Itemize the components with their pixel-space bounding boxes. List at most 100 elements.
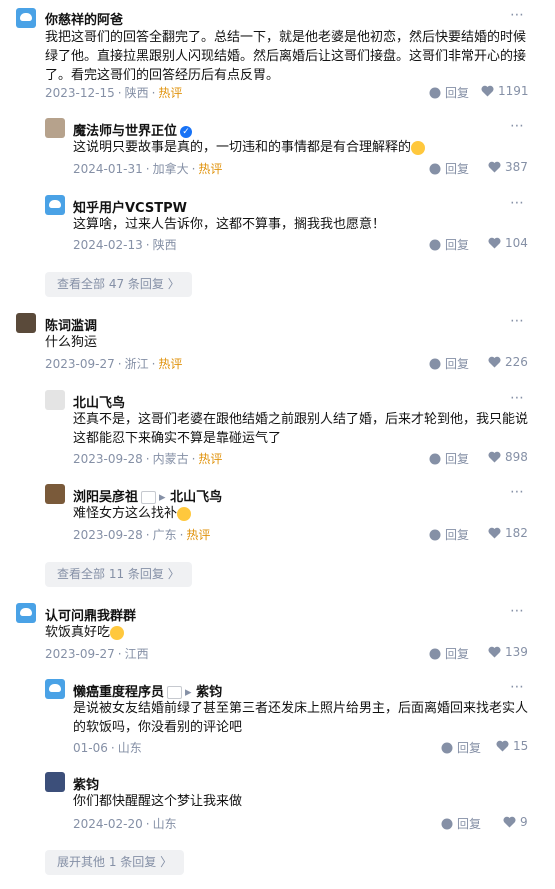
- comment-meta: 2023-09-27 · 浙江 · 热评: [45, 357, 183, 371]
- avatar[interactable]: [45, 772, 65, 792]
- reply-button[interactable]: 回复: [429, 84, 469, 101]
- like-count: 1191: [498, 84, 529, 98]
- reply-meta: 2023-09-28 · 广东 · 热评: [73, 528, 211, 542]
- like-count: 387: [505, 160, 528, 174]
- reply-meta: 2024-02-13 · 陕西: [73, 238, 177, 252]
- comment-text: 软饭真好吃: [45, 623, 529, 642]
- reply-author[interactable]: 懒癌重度程序员 ▸ 紫钧: [73, 681, 222, 700]
- reply-icon: [429, 87, 441, 98]
- reply-meta: 2023-09-28 · 内蒙古 · 热评: [73, 452, 223, 466]
- reply-icon: [441, 742, 453, 753]
- like-button[interactable]: 9: [503, 815, 528, 829]
- reply-button[interactable]: 回复: [429, 645, 469, 662]
- more-options-icon[interactable]: ⋯: [510, 118, 525, 134]
- reply-text: 这算啥，过来人告诉你，这都不算事，搁我我也愿意！: [73, 217, 386, 232]
- reply-to-user[interactable]: 北山飞鸟: [170, 490, 222, 505]
- reply-text: 难怪女方这么找补: [73, 504, 533, 523]
- expand-replies-button[interactable]: 展开其他 1 条回复 〉: [45, 850, 185, 875]
- reply-text: 是说被女友结婚前绿了甚至第三者还发床上照片给男主，后面离婚回来找老实人的软饭吗，…: [73, 701, 529, 735]
- creator-badge-icon: [167, 686, 183, 699]
- drool-emoji-icon: [110, 625, 125, 640]
- avatar[interactable]: [16, 603, 36, 623]
- reply-button[interactable]: 回复: [441, 815, 481, 832]
- reply-arrow-icon: ▸: [185, 685, 192, 700]
- comment-text: 我把这哥们的回答全翻完了。总结一下，就是他老婆是他初恋，然后快要结婚的时候绿了他…: [45, 30, 527, 83]
- reply-to-user[interactable]: 紫钧: [196, 685, 222, 700]
- reply-icon: [429, 529, 441, 540]
- reply-text: 这说明只要故事是真的，一切违和的事情都是有合理解释的: [73, 138, 533, 157]
- like-button[interactable]: 104: [488, 236, 528, 250]
- reply-button[interactable]: 回复: [429, 450, 469, 467]
- heart-icon: [488, 451, 501, 463]
- comment-location: 陕西: [124, 86, 149, 100]
- reply-meta: 2024-01-31 · 加拿大 · 热评: [73, 162, 223, 176]
- heart-icon: [496, 740, 509, 752]
- reply-date: 2024-01-31: [73, 162, 143, 176]
- like-button[interactable]: 139: [488, 645, 528, 659]
- comment-date: 2023-12-15: [45, 86, 115, 100]
- comment-text: 什么狗运: [45, 335, 98, 350]
- reply-arrow-icon: ▸: [159, 490, 166, 505]
- reply-button[interactable]: 回复: [441, 739, 481, 756]
- hot-badge: 热评: [198, 162, 223, 176]
- more-options-icon[interactable]: ⋯: [510, 7, 525, 23]
- reply-button[interactable]: 回复: [429, 355, 469, 372]
- avatar[interactable]: [45, 118, 65, 138]
- reply-icon: [429, 453, 441, 464]
- verified-icon: ✓: [180, 125, 193, 138]
- hot-badge: 热评: [158, 86, 183, 100]
- view-all-replies-button[interactable]: 查看全部 11 条回复 〉: [45, 562, 192, 587]
- reply-meta: 01-06 · 山东: [73, 741, 142, 755]
- like-button[interactable]: 15: [496, 739, 528, 753]
- reply-author[interactable]: 北山飞鸟: [73, 392, 125, 411]
- heart-icon: [481, 85, 494, 97]
- reply-button[interactable]: 回复: [429, 160, 469, 177]
- reply-icon: [441, 818, 453, 829]
- more-options-icon[interactable]: ⋯: [510, 390, 525, 406]
- comment-author[interactable]: 陈词滥调: [45, 315, 97, 334]
- reply-label: 回复: [445, 86, 470, 100]
- reply-author[interactable]: 知乎用户VCSTPW: [73, 197, 187, 216]
- like-button[interactable]: 898: [488, 450, 528, 464]
- like-button[interactable]: 226: [488, 355, 528, 369]
- cover-face-emoji-icon: [177, 506, 192, 521]
- heart-icon: [488, 527, 501, 539]
- more-options-icon[interactable]: ⋯: [510, 313, 525, 329]
- reply-icon: [429, 163, 441, 174]
- reply-icon: [429, 358, 441, 369]
- reply-author[interactable]: 浏阳吴彦祖 ▸ 北山飞鸟: [73, 486, 222, 505]
- heart-icon: [503, 816, 516, 828]
- reply-icon: [429, 648, 441, 659]
- reply-text: 还真不是，这哥们老婆在跟他结婚之前跟别人结了婚，后来才轮到他，我只能说这都能忍下…: [73, 412, 529, 446]
- avatar[interactable]: [45, 484, 65, 504]
- comment-meta: 2023-09-27 · 江西: [45, 647, 149, 661]
- avatar[interactable]: [16, 8, 36, 28]
- view-all-replies-button[interactable]: 查看全部 47 条回复 〉: [45, 272, 192, 297]
- reply-meta: 2024-02-20 · 山东: [73, 817, 177, 831]
- laugh-emoji-icon: [411, 140, 426, 155]
- reply-text: 你们都快醒醒这个梦让我来做: [73, 794, 243, 809]
- avatar[interactable]: [45, 679, 65, 699]
- avatar[interactable]: [16, 313, 36, 333]
- more-options-icon[interactable]: ⋯: [510, 484, 525, 500]
- reply-icon: [429, 239, 441, 250]
- more-options-icon[interactable]: ⋯: [510, 195, 525, 211]
- heart-icon: [488, 356, 501, 368]
- avatar[interactable]: [45, 195, 65, 215]
- comment-meta: 2023-12-15 · 陕西 · 热评: [45, 86, 183, 100]
- like-button[interactable]: 387: [488, 160, 528, 174]
- reply-author[interactable]: 魔法师与世界正位 ✓: [73, 120, 193, 139]
- more-options-icon[interactable]: ⋯: [510, 679, 525, 695]
- heart-icon: [488, 237, 501, 249]
- comment-author[interactable]: 认可问鼎我群群: [45, 605, 136, 624]
- reply-location: 加拿大: [152, 162, 189, 176]
- more-options-icon[interactable]: ⋯: [510, 603, 525, 619]
- comment-author[interactable]: 你慈祥的阿爸: [45, 9, 123, 28]
- reply-author[interactable]: 紫钧: [73, 774, 99, 793]
- avatar[interactable]: [45, 390, 65, 410]
- heart-icon: [488, 161, 501, 173]
- like-button[interactable]: 1191: [481, 84, 529, 98]
- like-button[interactable]: 182: [488, 526, 528, 540]
- reply-button[interactable]: 回复: [429, 236, 469, 253]
- reply-button[interactable]: 回复: [429, 526, 469, 543]
